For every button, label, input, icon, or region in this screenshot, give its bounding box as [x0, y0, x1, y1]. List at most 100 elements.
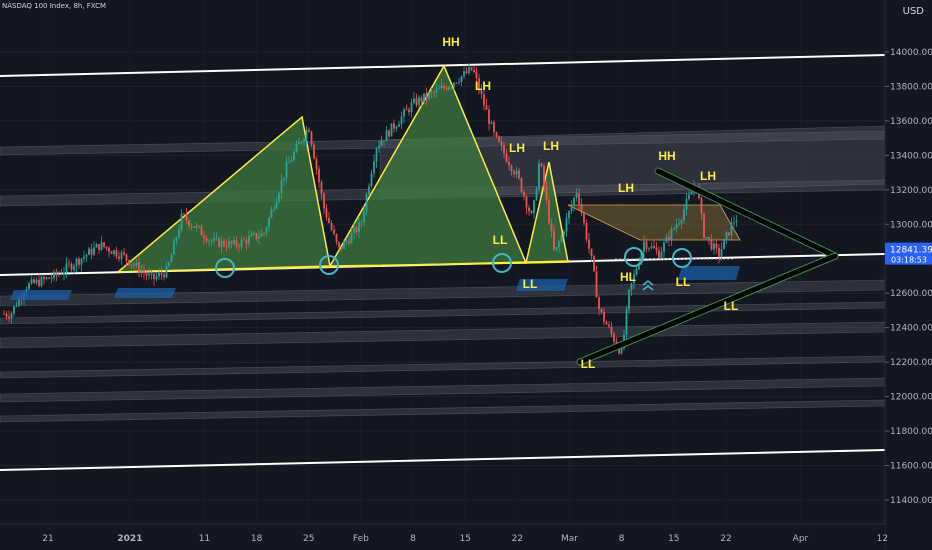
- candle-body: [453, 82, 455, 87]
- candle-body: [613, 333, 615, 342]
- candle-body: [260, 232, 263, 237]
- candle-body: [178, 229, 180, 238]
- candle-body: [313, 144, 315, 159]
- price-tick-label: 12400.00: [890, 324, 932, 334]
- candle-body: [278, 193, 280, 202]
- candle-body: [230, 241, 233, 244]
- candle-body: [733, 221, 735, 223]
- currency-label: USD: [902, 6, 924, 17]
- candle-body: [398, 124, 400, 127]
- candle-body: [318, 169, 320, 183]
- candle-body: [368, 186, 370, 195]
- candle-body: [463, 71, 465, 77]
- candle-body: [118, 256, 120, 259]
- candle-body: [515, 170, 518, 175]
- candle-body: [105, 246, 108, 249]
- candle-body: [650, 245, 653, 249]
- candle-body: [498, 136, 500, 142]
- candle-body: [150, 273, 153, 275]
- time-tick-label: 18: [251, 534, 263, 544]
- candle-body: [325, 208, 328, 218]
- candle-body: [423, 93, 425, 102]
- candle-body: [428, 92, 430, 99]
- price-axis[interactable]: 14000.00 13800.00 13600.00 13400.00 13200.00…: [884, 0, 932, 550]
- candle-body: [493, 122, 495, 133]
- price-tick-label: 11400.00: [890, 496, 932, 506]
- candle-body: [175, 237, 178, 241]
- support-zone: [114, 288, 176, 298]
- candle-body: [573, 197, 575, 206]
- candle-body: [680, 220, 683, 224]
- candle-body: [528, 207, 530, 212]
- candle-body: [538, 163, 540, 190]
- candle-body: [568, 211, 570, 219]
- candle-body: [145, 273, 148, 276]
- candle-body: [170, 254, 173, 263]
- candle-body: [543, 166, 545, 187]
- candle-body: [420, 97, 423, 102]
- candle-body: [88, 248, 90, 255]
- candle-body: [323, 193, 325, 209]
- candle-body: [50, 278, 53, 280]
- time-tick-label: 15: [668, 534, 679, 544]
- candle-body: [198, 225, 200, 227]
- candle-body: [583, 212, 585, 223]
- candle-body: [103, 242, 105, 247]
- candle-body: [228, 241, 230, 248]
- candle-body: [353, 227, 355, 234]
- candle-body: [718, 248, 720, 257]
- price-tick-label: 13400.00: [890, 151, 932, 161]
- candle-body: [93, 247, 95, 255]
- candle-body: [243, 239, 245, 241]
- candle-body: [85, 254, 88, 257]
- candle-body: [338, 241, 340, 247]
- candle-body: [445, 87, 448, 90]
- candle-body: [8, 316, 10, 319]
- countdown-label: 03:18:53: [891, 256, 927, 265]
- chart[interactable]: HH LH LH LH LL LL LH HH LH HL LL LL LL 14000.00 13800…: [0, 0, 932, 550]
- candle-body: [120, 252, 123, 259]
- price-tick-label: 12000.00: [890, 393, 932, 403]
- price-tick-label: 13000.00: [890, 220, 932, 230]
- candle-body: [280, 180, 283, 194]
- candle-body: [153, 273, 155, 280]
- candle-body: [98, 244, 100, 251]
- candle-body: [475, 71, 478, 79]
- candle-body: [330, 222, 333, 230]
- candle-body: [688, 194, 690, 200]
- time-axis[interactable]: 21 2021 11 18 25 Feb 8 15 22 Mar 8 15 22 Apr 12: [0, 523, 888, 550]
- candle-body: [425, 93, 428, 99]
- candle-body: [135, 262, 138, 266]
- candle-body: [355, 227, 358, 233]
- candle-body: [70, 264, 73, 270]
- candle-body: [525, 196, 528, 208]
- last-price-label: 12841.39: [890, 246, 932, 256]
- candle-body: [183, 213, 185, 215]
- candle-body: [558, 241, 560, 248]
- candle-body: [38, 279, 40, 287]
- candle-body: [155, 276, 158, 280]
- candle-body: [298, 142, 300, 145]
- candle-body: [295, 144, 298, 153]
- candle-body: [245, 239, 248, 244]
- candle-body: [343, 241, 345, 249]
- pattern-label-lh: LH: [700, 169, 716, 183]
- candle-body: [505, 153, 508, 162]
- candle-body: [690, 191, 693, 195]
- candle-body: [645, 241, 648, 249]
- pattern-label-lh: LH: [509, 141, 525, 155]
- candle-body: [383, 141, 385, 142]
- candle-body: [83, 256, 85, 259]
- candle-body: [90, 248, 93, 255]
- candle-body: [13, 306, 15, 314]
- candle-body: [710, 239, 713, 250]
- candle-body: [470, 67, 473, 71]
- pattern-label-hh: HH: [442, 35, 459, 49]
- candle-body: [450, 86, 453, 87]
- candle-body: [590, 248, 593, 257]
- candle-body: [380, 141, 383, 146]
- candle-body: [665, 236, 668, 243]
- candle-body: [333, 229, 335, 235]
- candle-body: [60, 274, 63, 275]
- candle-body: [3, 313, 5, 315]
